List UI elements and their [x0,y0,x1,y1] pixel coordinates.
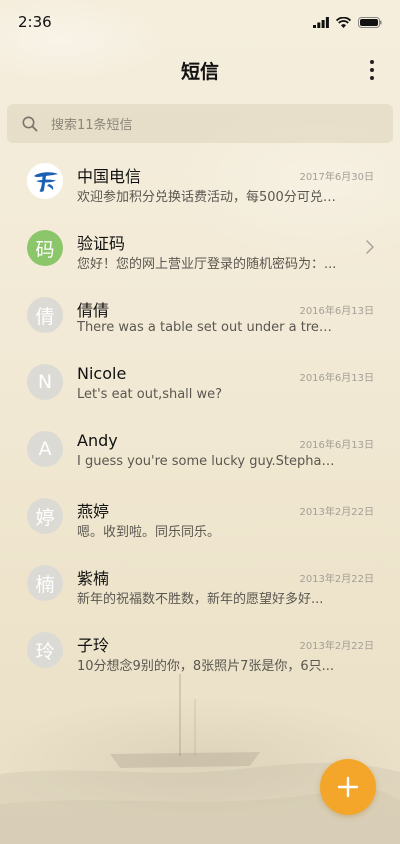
signal-icon [313,16,329,28]
message-preview: Let's eat out,shall we? [77,387,223,402]
message-preview: I guess you're some lucky guy.Stephani..… [77,454,339,469]
message-date: 2016年6月13日 [299,440,374,451]
message-preview: 您好！您的网上营业厅登录的随机密码为：... [77,257,337,272]
avatar: A [27,431,63,467]
page-title: 短信 [180,60,219,83]
message-date: 2013年2月22日 [299,574,374,585]
china-telecom-logo-icon [27,163,63,199]
message-preview: There was a table set out under a tree i… [77,320,339,335]
app-header: 短信 [0,48,400,92]
plus-icon [337,776,359,798]
message-date: 2013年2月22日 [299,507,374,518]
more-dot-icon [370,68,374,72]
message-preview: 10分想念9别的你，8张照片7张是你，6只... [77,659,335,674]
wifi-icon [336,16,351,28]
search-input[interactable]: 搜索11条短信 [7,104,393,143]
message-preview: 嗯。收到啦。同乐同乐。 [77,525,221,540]
avatar: 倩 [27,297,63,333]
contact-name: 验证码 [77,234,126,253]
conversation-item[interactable]: 玲 子玲 2013年2月22日 10分想念9别的你，8张照片7张是你，6只... [0,616,400,683]
contact-name: 燕婷 [77,502,110,521]
message-preview: 欢迎参加积分兑换话费活动，每500分可兑换... [77,190,339,205]
more-dot-icon [370,60,374,64]
more-options-button[interactable] [362,58,382,82]
status-icons [313,16,382,28]
search-placeholder: 搜索11条短信 [51,118,133,133]
conversation-item[interactable]: 楠 紫楠 2013年2月22日 新年的祝福数不胜数，新年的愿望好多好... [0,549,400,616]
conversation-item[interactable]: N Nicole 2016年6月13日 Let's eat out,shall … [0,348,400,415]
contact-name: 子玲 [77,636,110,655]
avatar: 婷 [27,498,63,534]
status-time: 2:36 [18,13,52,31]
message-preview: 新年的祝福数不胜数，新年的愿望好多好... [77,592,324,607]
more-dot-icon [370,76,374,80]
contact-name: Andy [77,431,118,450]
avatar: 楠 [27,565,63,601]
conversation-list: 中国电信 2017年6月30日 欢迎参加积分兑换话费活动，每500分可兑换...… [0,147,400,683]
avatar [27,163,63,199]
contact-name: Nicole [77,364,127,383]
avatar: N [27,364,63,400]
conversation-item[interactable]: 倩 倩倩 2016年6月13日 There was a table set ou… [0,281,400,348]
new-message-button[interactable] [320,759,376,815]
conversation-item[interactable]: 婷 燕婷 2013年2月22日 嗯。收到啦。同乐同乐。 [0,482,400,549]
message-date: 2017年6月30日 [299,172,374,183]
conversation-item[interactable]: 中国电信 2017年6月30日 欢迎参加积分兑换话费活动，每500分可兑换... [0,147,400,214]
message-date: 2016年6月13日 [299,306,374,317]
message-date: 2013年2月22日 [299,641,374,652]
avatar: 码 [27,230,63,266]
conversation-item[interactable]: A Andy 2016年6月13日 I guess you're some lu… [0,415,400,482]
conversation-item[interactable]: 码 验证码 您好！您的网上营业厅登录的随机密码为：... [0,214,400,281]
chevron-right-icon [366,240,374,254]
battery-icon [358,16,382,28]
message-date: 2016年6月13日 [299,373,374,384]
contact-name: 中国电信 [77,167,142,186]
avatar: 玲 [27,632,63,668]
contact-name: 倩倩 [77,301,110,320]
contact-name: 紫楠 [77,569,110,588]
status-bar: 2:36 [0,0,400,44]
search-icon [22,116,38,131]
